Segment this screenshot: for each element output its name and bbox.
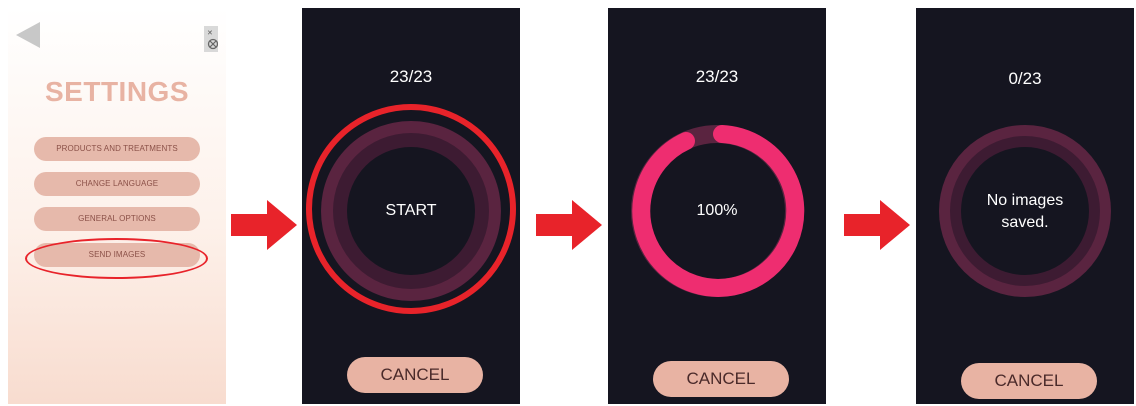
settings-screen: ✕ SETTINGS PRODUCTS AND TREATMENTS CHANG… bbox=[8, 8, 226, 404]
cancel-button[interactable]: CANCEL bbox=[961, 363, 1097, 399]
svg-text:✕: ✕ bbox=[207, 30, 213, 37]
general-options-button[interactable]: GENERAL OPTIONS bbox=[34, 207, 200, 231]
status-line-1: No images bbox=[986, 192, 1064, 209]
flow-arrow-icon bbox=[844, 200, 910, 250]
cancel-button[interactable]: CANCEL bbox=[653, 361, 789, 397]
settings-gear-icon[interactable]: ✕ bbox=[204, 26, 218, 52]
send-images-highlight bbox=[25, 238, 208, 279]
start-button[interactable]: START bbox=[302, 200, 520, 221]
back-arrow-icon[interactable] bbox=[16, 22, 40, 48]
status-line-2: saved. bbox=[1001, 214, 1049, 231]
flow-arrow-icon bbox=[231, 200, 297, 250]
send-start-screen: 23/23 START CANCEL bbox=[302, 8, 520, 404]
settings-title: SETTINGS bbox=[44, 76, 189, 107]
change-language-button[interactable]: CHANGE LANGUAGE bbox=[34, 172, 200, 196]
no-images-screen: 0/23 No images saved. CANCEL bbox=[916, 8, 1134, 404]
cancel-button[interactable]: CANCEL bbox=[347, 357, 483, 393]
flow-arrow-icon bbox=[536, 200, 602, 250]
progress-percent: 100% bbox=[696, 202, 738, 219]
send-progress-screen: 23/23 100% CANCEL bbox=[608, 8, 826, 404]
products-and-treatments-button[interactable]: PRODUCTS AND TREATMENTS bbox=[34, 137, 200, 161]
